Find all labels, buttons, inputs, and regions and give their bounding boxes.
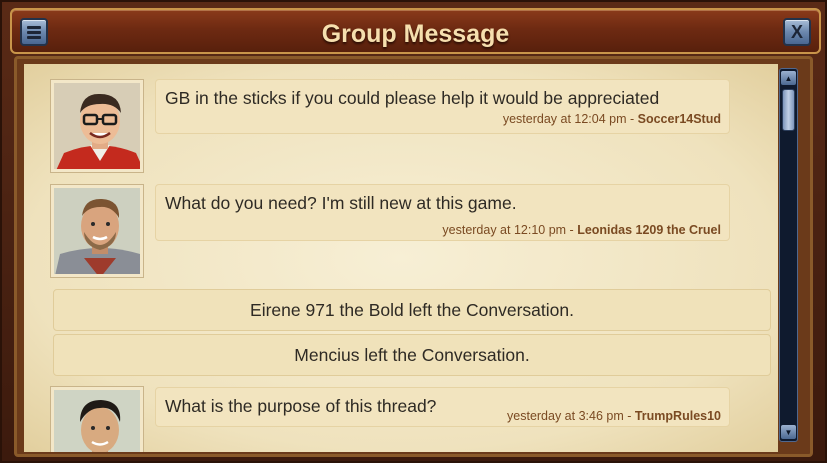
- scroll-up-button[interactable]: ▲: [781, 71, 796, 85]
- avatar[interactable]: [51, 80, 143, 172]
- avatar[interactable]: [51, 185, 143, 277]
- young-man-portrait-icon: [54, 390, 140, 452]
- message-list[interactable]: GB in the sticks if you could please hel…: [24, 64, 778, 452]
- message-timestamp: yesterday at 12:04 pm -: [502, 112, 638, 126]
- message-text: GB in the sticks if you could please hel…: [165, 88, 660, 108]
- title-bar: Group Message X: [10, 8, 821, 54]
- message-timestamp: yesterday at 12:10 pm -: [442, 223, 578, 237]
- scroll-down-button[interactable]: ▼: [781, 425, 796, 439]
- message-timestamp: yesterday at 3:46 pm -: [507, 409, 635, 423]
- message-author-link[interactable]: Soccer14Stud: [638, 112, 721, 126]
- message-meta: yesterday at 12:10 pm - Leonidas 1209 th…: [442, 223, 721, 237]
- bearded-knight-portrait-icon: [54, 188, 140, 274]
- system-notice: Mencius left the Conversation.: [53, 334, 771, 376]
- message-bubble: What do you need? I'm still new at this …: [155, 184, 730, 241]
- message-meta: yesterday at 12:04 pm - Soccer14Stud: [503, 112, 721, 126]
- scroll-thumb[interactable]: [782, 89, 795, 131]
- message-meta: yesterday at 3:46 pm - TrumpRules10: [507, 409, 721, 423]
- glasses-man-portrait-icon: [54, 83, 140, 169]
- window-title: Group Message: [321, 20, 510, 48]
- scrollbar[interactable]: ▲ ▼: [779, 68, 798, 442]
- message-text: What do you need? I'm still new at this …: [165, 193, 517, 213]
- message-author-link[interactable]: Leonidas 1209 the Cruel: [577, 223, 721, 237]
- message-bubble: What is the purpose of this thread? yest…: [155, 387, 730, 427]
- message-author-link[interactable]: TrumpRules10: [635, 409, 721, 423]
- message-text: What is the purpose of this thread?: [165, 396, 437, 416]
- arrow-up-icon: ▲: [784, 73, 793, 83]
- close-icon: X: [790, 21, 803, 42]
- close-button[interactable]: X: [783, 18, 811, 46]
- avatar[interactable]: [51, 387, 143, 452]
- message-bubble: GB in the sticks if you could please hel…: [155, 79, 730, 134]
- arrow-down-icon: ▼: [784, 427, 793, 437]
- system-notice: Eirene 971 the Bold left the Conversatio…: [53, 289, 771, 331]
